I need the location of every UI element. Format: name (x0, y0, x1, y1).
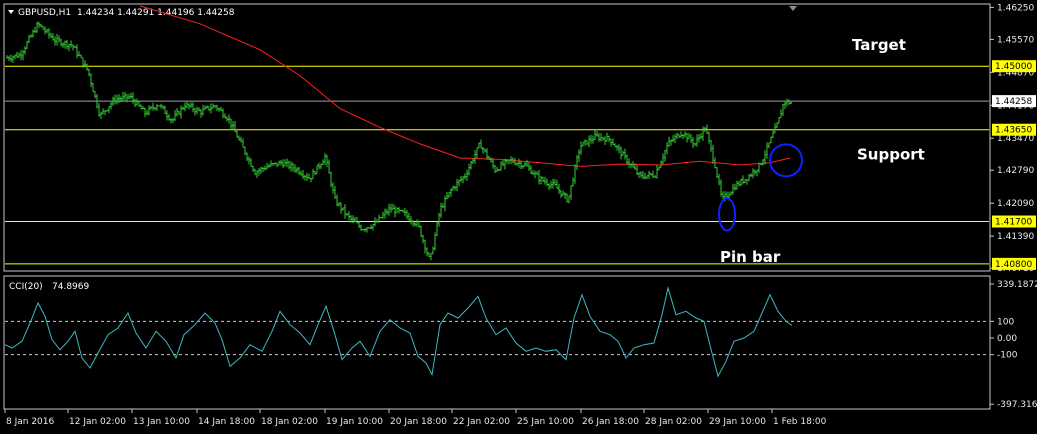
price-tick-label: 1.45570 (997, 35, 1034, 45)
time-tick-label: 12 Jan 02:00 (69, 417, 126, 427)
price-tick-label: 1.41390 (997, 232, 1034, 242)
price-tick-label: 1.42790 (997, 166, 1034, 176)
level-price-box: 1.43650 (992, 123, 1036, 136)
annotation-pin-bar: Pin bar (720, 248, 781, 266)
cci-tick-label: -397.3163 (997, 400, 1037, 410)
time-tick-label: 13 Jan 10:00 (133, 417, 190, 427)
chart-ohlc: 1.44234 1.44291 1.44196 1.44258 (77, 8, 235, 18)
cci-tick-label: 0.00 (997, 334, 1017, 344)
level-price-label: 1.43650 (995, 126, 1032, 136)
time-tick-label: 19 Jan 10:00 (326, 417, 383, 427)
level-price-label: 1.44258 (995, 97, 1032, 107)
cci-value: 74.8969 (52, 282, 89, 292)
level-price-box: 1.45000 (992, 60, 1036, 72)
cci-tick-label: 339.1872 (997, 280, 1037, 290)
price-panel[interactable] (3, 3, 991, 272)
level-price-label: 1.41700 (995, 218, 1032, 228)
time-tick-label: 22 Jan 02:00 (453, 417, 510, 427)
price-tick-label: 1.46250 (997, 3, 1034, 13)
trading-chart[interactable]: GBPUSD,H1 1.44234 1.44291 1.44196 1.4425… (0, 0, 1037, 434)
cci-panel[interactable] (3, 275, 991, 410)
time-tick-label: 8 Jan 2016 (6, 417, 54, 427)
level-price-label: 1.45000 (995, 62, 1032, 72)
time-tick-label: 20 Jan 18:00 (390, 417, 447, 427)
level-price-label: 1.40800 (995, 260, 1032, 270)
annotation-target: Target (852, 36, 906, 54)
level-price-box: 1.44258 (992, 95, 1036, 108)
price-tick-label: 1.42090 (997, 199, 1034, 209)
time-tick-label: 14 Jan 18:00 (198, 417, 255, 427)
cci-axis: 339.1872 100 0.00 -100 -397.3163 (990, 280, 1037, 410)
time-tick-label: 1 Feb 18:00 (773, 417, 827, 427)
chart-symbol: GBPUSD,H1 (18, 8, 71, 18)
level-price-box: 1.40800 (992, 257, 1036, 270)
time-tick-label: 26 Jan 18:00 (582, 417, 639, 427)
cci-tick-label: -100 (997, 351, 1018, 361)
time-tick-label: 28 Jan 02:00 (645, 417, 702, 427)
annotation-support: Support (857, 146, 925, 164)
time-tick-label: 29 Jan 10:00 (709, 417, 766, 427)
time-tick-label: 18 Jan 02:00 (261, 417, 318, 427)
cci-tick-label: 100 (997, 317, 1014, 327)
time-tick-label: 25 Jan 10:00 (517, 417, 574, 427)
time-axis: 8 Jan 2016 12 Jan 02:00 13 Jan 10:00 14 Jan… (4, 409, 827, 427)
level-price-box: 1.41700 (992, 215, 1036, 228)
cci-name: CCI(20) (9, 282, 43, 292)
price-axis: 1.462501.455701.448701.441701.434701.427… (990, 3, 1034, 274)
